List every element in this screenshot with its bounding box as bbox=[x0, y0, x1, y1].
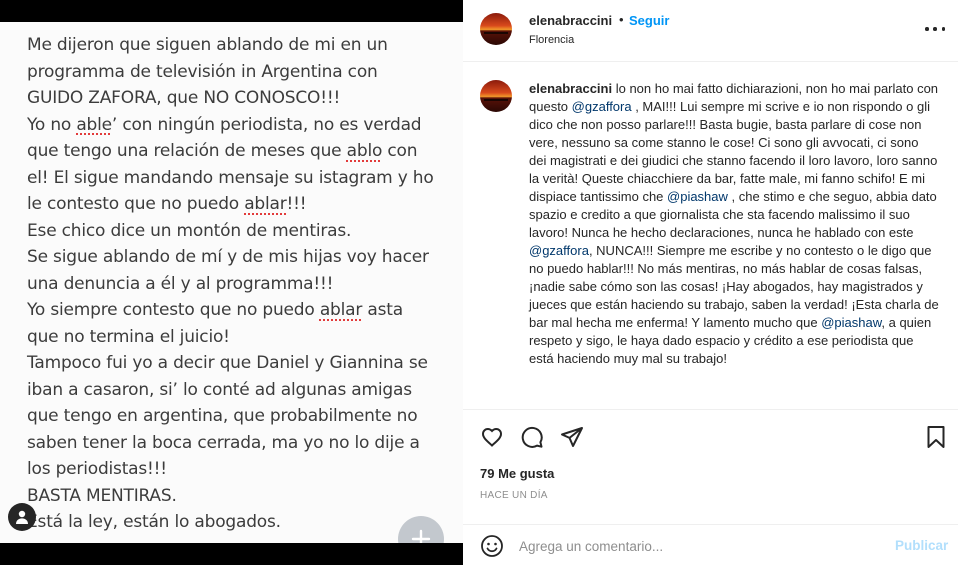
action-bar bbox=[463, 410, 958, 460]
emoji-button[interactable] bbox=[480, 534, 504, 558]
note-line: BASTA MENTIRAS. bbox=[27, 483, 457, 510]
location-link[interactable]: Florencia bbox=[529, 34, 574, 46]
mention-link[interactable]: @piashaw bbox=[667, 189, 728, 204]
note-segment: iban a casaron, si’ lo conté ad algunas … bbox=[27, 379, 412, 400]
note-segment: Me dijeron que siguen ablando de mi en u… bbox=[27, 35, 388, 55]
header-separator: • bbox=[619, 12, 624, 27]
likes-count[interactable]: 79 Me gusta bbox=[480, 466, 554, 481]
note-segment: el! El sigue mandando mensaje su istagra… bbox=[27, 167, 434, 188]
misspelled-word: ablo bbox=[346, 141, 383, 161]
avatar[interactable] bbox=[480, 13, 512, 45]
note-segment: !!! bbox=[286, 194, 307, 214]
note-segment: Tampoco fui yo a decir que Daniel y Gian… bbox=[27, 353, 428, 373]
note-line: GUIDO ZAFORA, que NO CONOSCO!!! bbox=[27, 85, 457, 112]
misspelled-word: able bbox=[76, 114, 112, 135]
note-segment: que tengo una relación de meses que bbox=[27, 141, 347, 161]
note-segment: saben tener la boca cerrada, ma yo no lo… bbox=[27, 432, 420, 453]
like-button[interactable] bbox=[479, 424, 505, 450]
tagged-users-button[interactable] bbox=[8, 503, 36, 531]
mention-link[interactable]: @gzaffora bbox=[529, 243, 589, 258]
note-segment: que no termina el juicio! bbox=[27, 326, 230, 347]
post-header: elenabraccini • Seguir Florencia bbox=[463, 0, 958, 62]
mention-link[interactable]: @gzaffora bbox=[572, 99, 632, 114]
caption-avatar[interactable] bbox=[480, 80, 512, 112]
post-time[interactable]: HACE UN DÍA bbox=[480, 490, 548, 501]
note-line: Me dijeron que siguen ablando de mi en u… bbox=[27, 32, 457, 59]
note-segment: con bbox=[382, 141, 418, 161]
header-username[interactable]: elenabraccini bbox=[529, 13, 612, 28]
comment-bar: Publicar bbox=[463, 524, 958, 565]
note-line: le contesto que no puedo ablar!!! bbox=[27, 191, 457, 218]
note-segment: que tengo en argentina, que probabilment… bbox=[27, 406, 418, 426]
note-line: Ese chico dice un montón de mentiras. bbox=[27, 218, 457, 245]
note-line: que tengo una relación de meses que ablo… bbox=[27, 138, 457, 165]
follow-button[interactable]: Seguir bbox=[629, 13, 669, 28]
caption-section: elenabraccini lo non ho mai fatto dichia… bbox=[463, 62, 958, 410]
post-media: Me dijeron que siguen ablando de mi en u… bbox=[0, 0, 463, 565]
note-line: el! El sigue mandando mensaje su istagra… bbox=[27, 165, 457, 192]
note-line: que tengo en argentina, que probabilment… bbox=[27, 403, 457, 430]
note-segment: Yo siempre contesto que no puedo bbox=[27, 300, 320, 320]
note-segment: Se sigue ablando de mí y de mis hijas vo… bbox=[27, 247, 429, 267]
share-icon bbox=[561, 427, 583, 447]
note-line: Está la ley, están lo abogados. bbox=[27, 509, 457, 536]
misspelled-word: ablar bbox=[319, 300, 363, 320]
note-segment: le contesto que no puedo bbox=[27, 194, 245, 214]
note-segment: BASTA MENTIRAS. bbox=[27, 485, 177, 506]
heart-icon bbox=[481, 427, 503, 447]
note-line: Se sigue ablando de mí y de mis hijas vo… bbox=[27, 244, 457, 271]
note-segment: GUIDO ZAFORA, que NO CONOSCO!!! bbox=[27, 88, 341, 108]
caption-username[interactable]: elenabraccini bbox=[529, 81, 612, 96]
save-button[interactable] bbox=[923, 424, 949, 450]
publish-button[interactable]: Publicar bbox=[895, 538, 948, 553]
note-line: iban a casaron, si’ lo conté ad algunas … bbox=[27, 377, 457, 404]
bookmark-icon bbox=[927, 426, 945, 448]
more-options-button[interactable] bbox=[923, 20, 947, 38]
note-segment: Está la ley, están lo abogados. bbox=[27, 512, 281, 532]
comment-input[interactable] bbox=[519, 535, 879, 557]
note-segment: los periodistas!!! bbox=[27, 459, 167, 479]
note-line: programma de televisión in Argentina con bbox=[27, 59, 457, 86]
note-line: que no termina el juicio! bbox=[27, 324, 457, 351]
note-line: saben tener la boca cerrada, ma yo no lo… bbox=[27, 430, 457, 457]
note-line: Yo no able’ con ningún periodista, no es… bbox=[27, 112, 457, 139]
more-icon bbox=[925, 27, 945, 31]
mention-link[interactable]: @piashaw bbox=[821, 315, 881, 330]
note-line: Tampoco fui yo a decir que Daniel y Gian… bbox=[27, 350, 457, 377]
caption-text: elenabraccini lo non ho mai fatto dichia… bbox=[529, 80, 939, 368]
note-segment: Ese chico dice un montón de mentiras. bbox=[27, 220, 352, 241]
note-text: Me dijeron que siguen ablando de mi en u… bbox=[27, 32, 457, 536]
note-line: los periodistas!!! bbox=[27, 456, 457, 483]
note-line: una denuncia a él y al programma!!! bbox=[27, 271, 457, 298]
post-panel: elenabraccini • Seguir Florencia elenabr… bbox=[463, 0, 958, 565]
note-segment: asta bbox=[362, 300, 403, 320]
note-line: Yo siempre contesto que no puedo ablar a… bbox=[27, 297, 457, 324]
note-segment: programma de televisión in Argentina con bbox=[27, 61, 378, 82]
emoji-icon bbox=[481, 535, 503, 557]
note-segment: una denuncia a él y al programma!!! bbox=[27, 273, 334, 294]
plus-icon bbox=[411, 529, 431, 543]
comment-button[interactable] bbox=[519, 424, 545, 450]
misspelled-word: ablar bbox=[244, 194, 287, 214]
share-button[interactable] bbox=[559, 424, 585, 450]
comment-icon bbox=[521, 426, 543, 448]
note-segment: ’ con ningún periodista, no es verdad bbox=[111, 114, 422, 135]
note-segment: Yo no bbox=[27, 114, 77, 135]
post-image[interactable]: Me dijeron que siguen ablando de mi en u… bbox=[0, 22, 463, 543]
person-icon bbox=[16, 510, 28, 524]
